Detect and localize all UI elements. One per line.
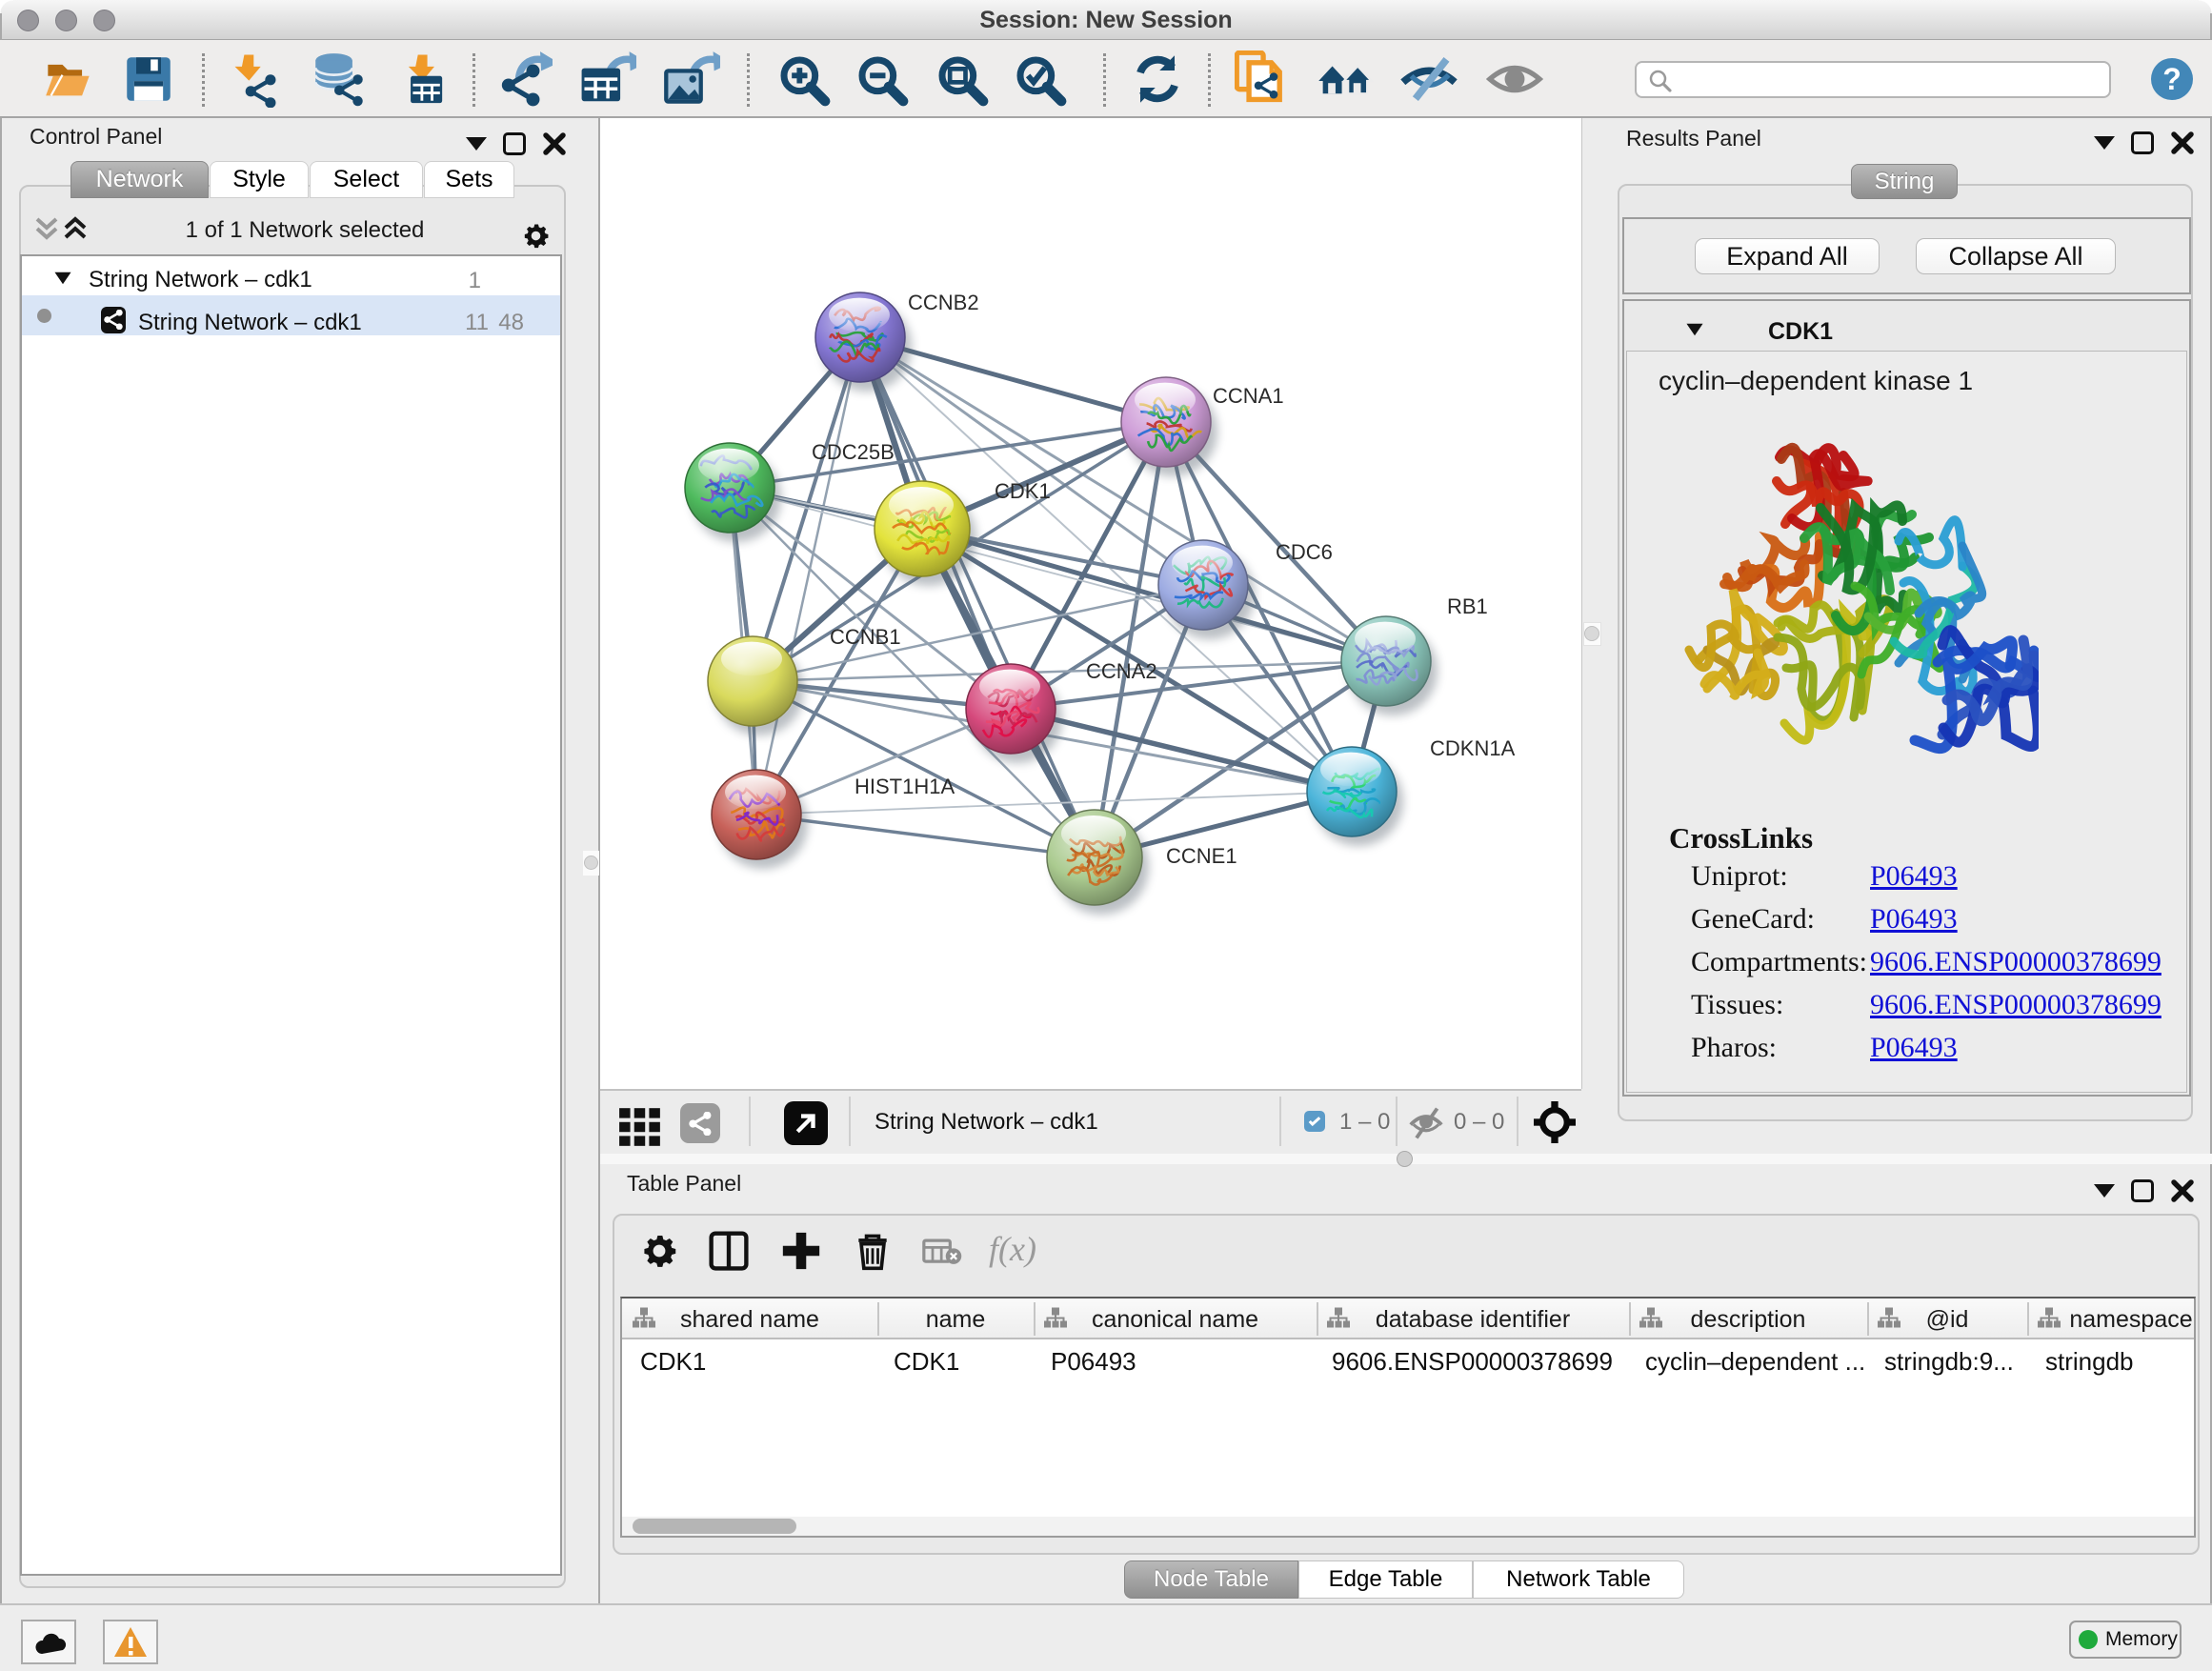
svg-text:CDC25B: CDC25B bbox=[812, 440, 895, 464]
svg-text:HIST1H1A: HIST1H1A bbox=[855, 775, 955, 798]
svg-text:CCNA1: CCNA1 bbox=[1213, 384, 1284, 408]
svg-text:CCNA2: CCNA2 bbox=[1086, 659, 1157, 683]
svg-text:CDKN1A: CDKN1A bbox=[1430, 736, 1516, 760]
svg-text:CDC6: CDC6 bbox=[1276, 540, 1333, 564]
svg-text:CDK1: CDK1 bbox=[995, 479, 1051, 503]
svg-text:CCNB2: CCNB2 bbox=[908, 291, 979, 314]
svg-text:RB1: RB1 bbox=[1447, 594, 1488, 618]
svg-text:CCNE1: CCNE1 bbox=[1166, 844, 1237, 868]
svg-text:CCNB1: CCNB1 bbox=[830, 625, 901, 649]
